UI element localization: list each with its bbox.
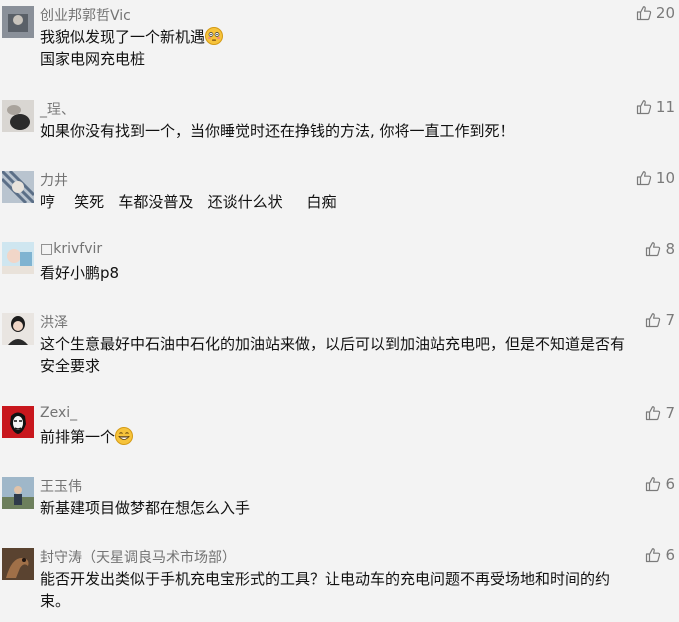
avatar[interactable] bbox=[2, 548, 34, 580]
comment-username[interactable]: 封守涛（天星调良马术市场部） bbox=[40, 547, 236, 567]
thumbs-up-icon bbox=[645, 547, 661, 563]
comment-username[interactable]: _珵、 bbox=[40, 99, 75, 119]
comment-text: 我貌似发现了一个新机遇 国家电网充电桩 bbox=[40, 26, 639, 70]
comment-username[interactable]: Zexi_ bbox=[40, 405, 77, 421]
thumbs-up-icon bbox=[645, 476, 661, 492]
avatar[interactable] bbox=[2, 313, 34, 345]
comment-line: 新基建项目做梦都在想怎么入手 bbox=[40, 499, 251, 517]
like-button[interactable]: 6 bbox=[645, 546, 675, 564]
thumbs-up-icon bbox=[636, 99, 652, 115]
thumbs-up-icon bbox=[645, 312, 661, 328]
avatar[interactable] bbox=[2, 477, 34, 509]
comment-line: 前排第一个 bbox=[40, 428, 116, 446]
like-count: 7 bbox=[665, 404, 675, 422]
comment-line: 如果你没有找到一个，当你睡觉时还在挣钱的方法, 你将一直工作到死！ bbox=[40, 122, 515, 140]
comment-list: 创业邦郭哲Vic 我貌似发现了一个新机遇 国家电网充电桩 20 _珵、 如果你没有… bbox=[0, 0, 679, 622]
comment-line: 这个生意最好中石油中石化的加油站来做，以后可以到加油站充电吧，但是不知道是否有安… bbox=[40, 335, 626, 375]
like-count: 20 bbox=[655, 4, 675, 22]
comment-item: 王玉伟 新基建项目做梦都在想怎么入手 6 bbox=[0, 471, 679, 542]
comment-line: 国家电网充电桩 bbox=[40, 50, 146, 68]
comment-text: 如果你没有找到一个，当你睡觉时还在挣钱的方法, 你将一直工作到死！ bbox=[40, 120, 639, 142]
like-button[interactable]: 11 bbox=[636, 98, 675, 116]
flushed-face-emoji bbox=[205, 27, 224, 45]
comment-text: 能否开发出类似于手机充电宝形式的工具？让电动车的充电问题不再受场地和时间的约束。 bbox=[40, 568, 639, 612]
comment-item: 洪泽 这个生意最好中石油中石化的加油站来做，以后可以到加油站充电吧，但是不知道是… bbox=[0, 307, 679, 400]
like-button[interactable]: 10 bbox=[636, 169, 675, 187]
comment-item: 封守涛（天星调良马术市场部） 能否开发出类似于手机充电宝形式的工具？让电动车的充… bbox=[0, 542, 679, 622]
like-button[interactable]: 7 bbox=[645, 404, 675, 422]
comment-item: 创业邦郭哲Vic 我貌似发现了一个新机遇 国家电网充电桩 20 bbox=[0, 0, 679, 94]
like-count: 11 bbox=[655, 98, 675, 116]
comment-line: 哼 笑死 车都没普及 还谈什么状 白痴 bbox=[40, 193, 337, 211]
like-count: 10 bbox=[655, 169, 675, 187]
like-button[interactable]: 6 bbox=[645, 475, 675, 493]
avatar[interactable] bbox=[2, 406, 34, 438]
like-button[interactable]: 20 bbox=[636, 4, 675, 22]
comment-username[interactable]: 创业邦郭哲Vic bbox=[40, 5, 131, 25]
comment-item: Zexi_ 前排第一个 7 bbox=[0, 400, 679, 471]
avatar[interactable] bbox=[2, 6, 34, 38]
comment-line: 看好小鹏p8 bbox=[40, 264, 120, 282]
comment-item: □krivfvir 看好小鹏p8 8 bbox=[0, 236, 679, 307]
comment-username[interactable]: □krivfvir bbox=[40, 241, 102, 257]
like-count: 7 bbox=[665, 311, 675, 329]
comment-text: 前排第一个 bbox=[40, 426, 639, 448]
comment-text: 新基建项目做梦都在想怎么入手 bbox=[40, 497, 639, 519]
comment-username[interactable]: 力井 bbox=[40, 170, 68, 190]
like-count: 6 bbox=[665, 475, 675, 493]
thumbs-up-icon bbox=[636, 170, 652, 186]
avatar[interactable] bbox=[2, 242, 34, 274]
like-button[interactable]: 7 bbox=[645, 311, 675, 329]
comment-username[interactable]: 王玉伟 bbox=[40, 476, 82, 496]
comment-text: 这个生意最好中石油中石化的加油站来做，以后可以到加油站充电吧，但是不知道是否有安… bbox=[40, 333, 639, 377]
comment-text: 看好小鹏p8 bbox=[40, 262, 639, 284]
grinning-face-emoji bbox=[115, 427, 134, 445]
like-count: 8 bbox=[665, 240, 675, 258]
comment-text: 哼 笑死 车都没普及 还谈什么状 白痴 bbox=[40, 191, 639, 213]
comment-item: _珵、 如果你没有找到一个，当你睡觉时还在挣钱的方法, 你将一直工作到死！ 11 bbox=[0, 94, 679, 165]
like-button[interactable]: 8 bbox=[645, 240, 675, 258]
avatar[interactable] bbox=[2, 100, 34, 132]
thumbs-up-icon bbox=[645, 405, 661, 421]
thumbs-up-icon bbox=[636, 5, 652, 21]
thumbs-up-icon bbox=[645, 241, 661, 257]
avatar[interactable] bbox=[2, 171, 34, 203]
like-count: 6 bbox=[665, 546, 675, 564]
comment-item: 力井 哼 笑死 车都没普及 还谈什么状 白痴 10 bbox=[0, 165, 679, 236]
comment-username[interactable]: 洪泽 bbox=[40, 312, 68, 332]
comment-line: 我貌似发现了一个新机遇 bbox=[40, 28, 206, 46]
comment-line: 能否开发出类似于手机充电宝形式的工具？让电动车的充电问题不再受场地和时间的约束。 bbox=[40, 570, 611, 610]
